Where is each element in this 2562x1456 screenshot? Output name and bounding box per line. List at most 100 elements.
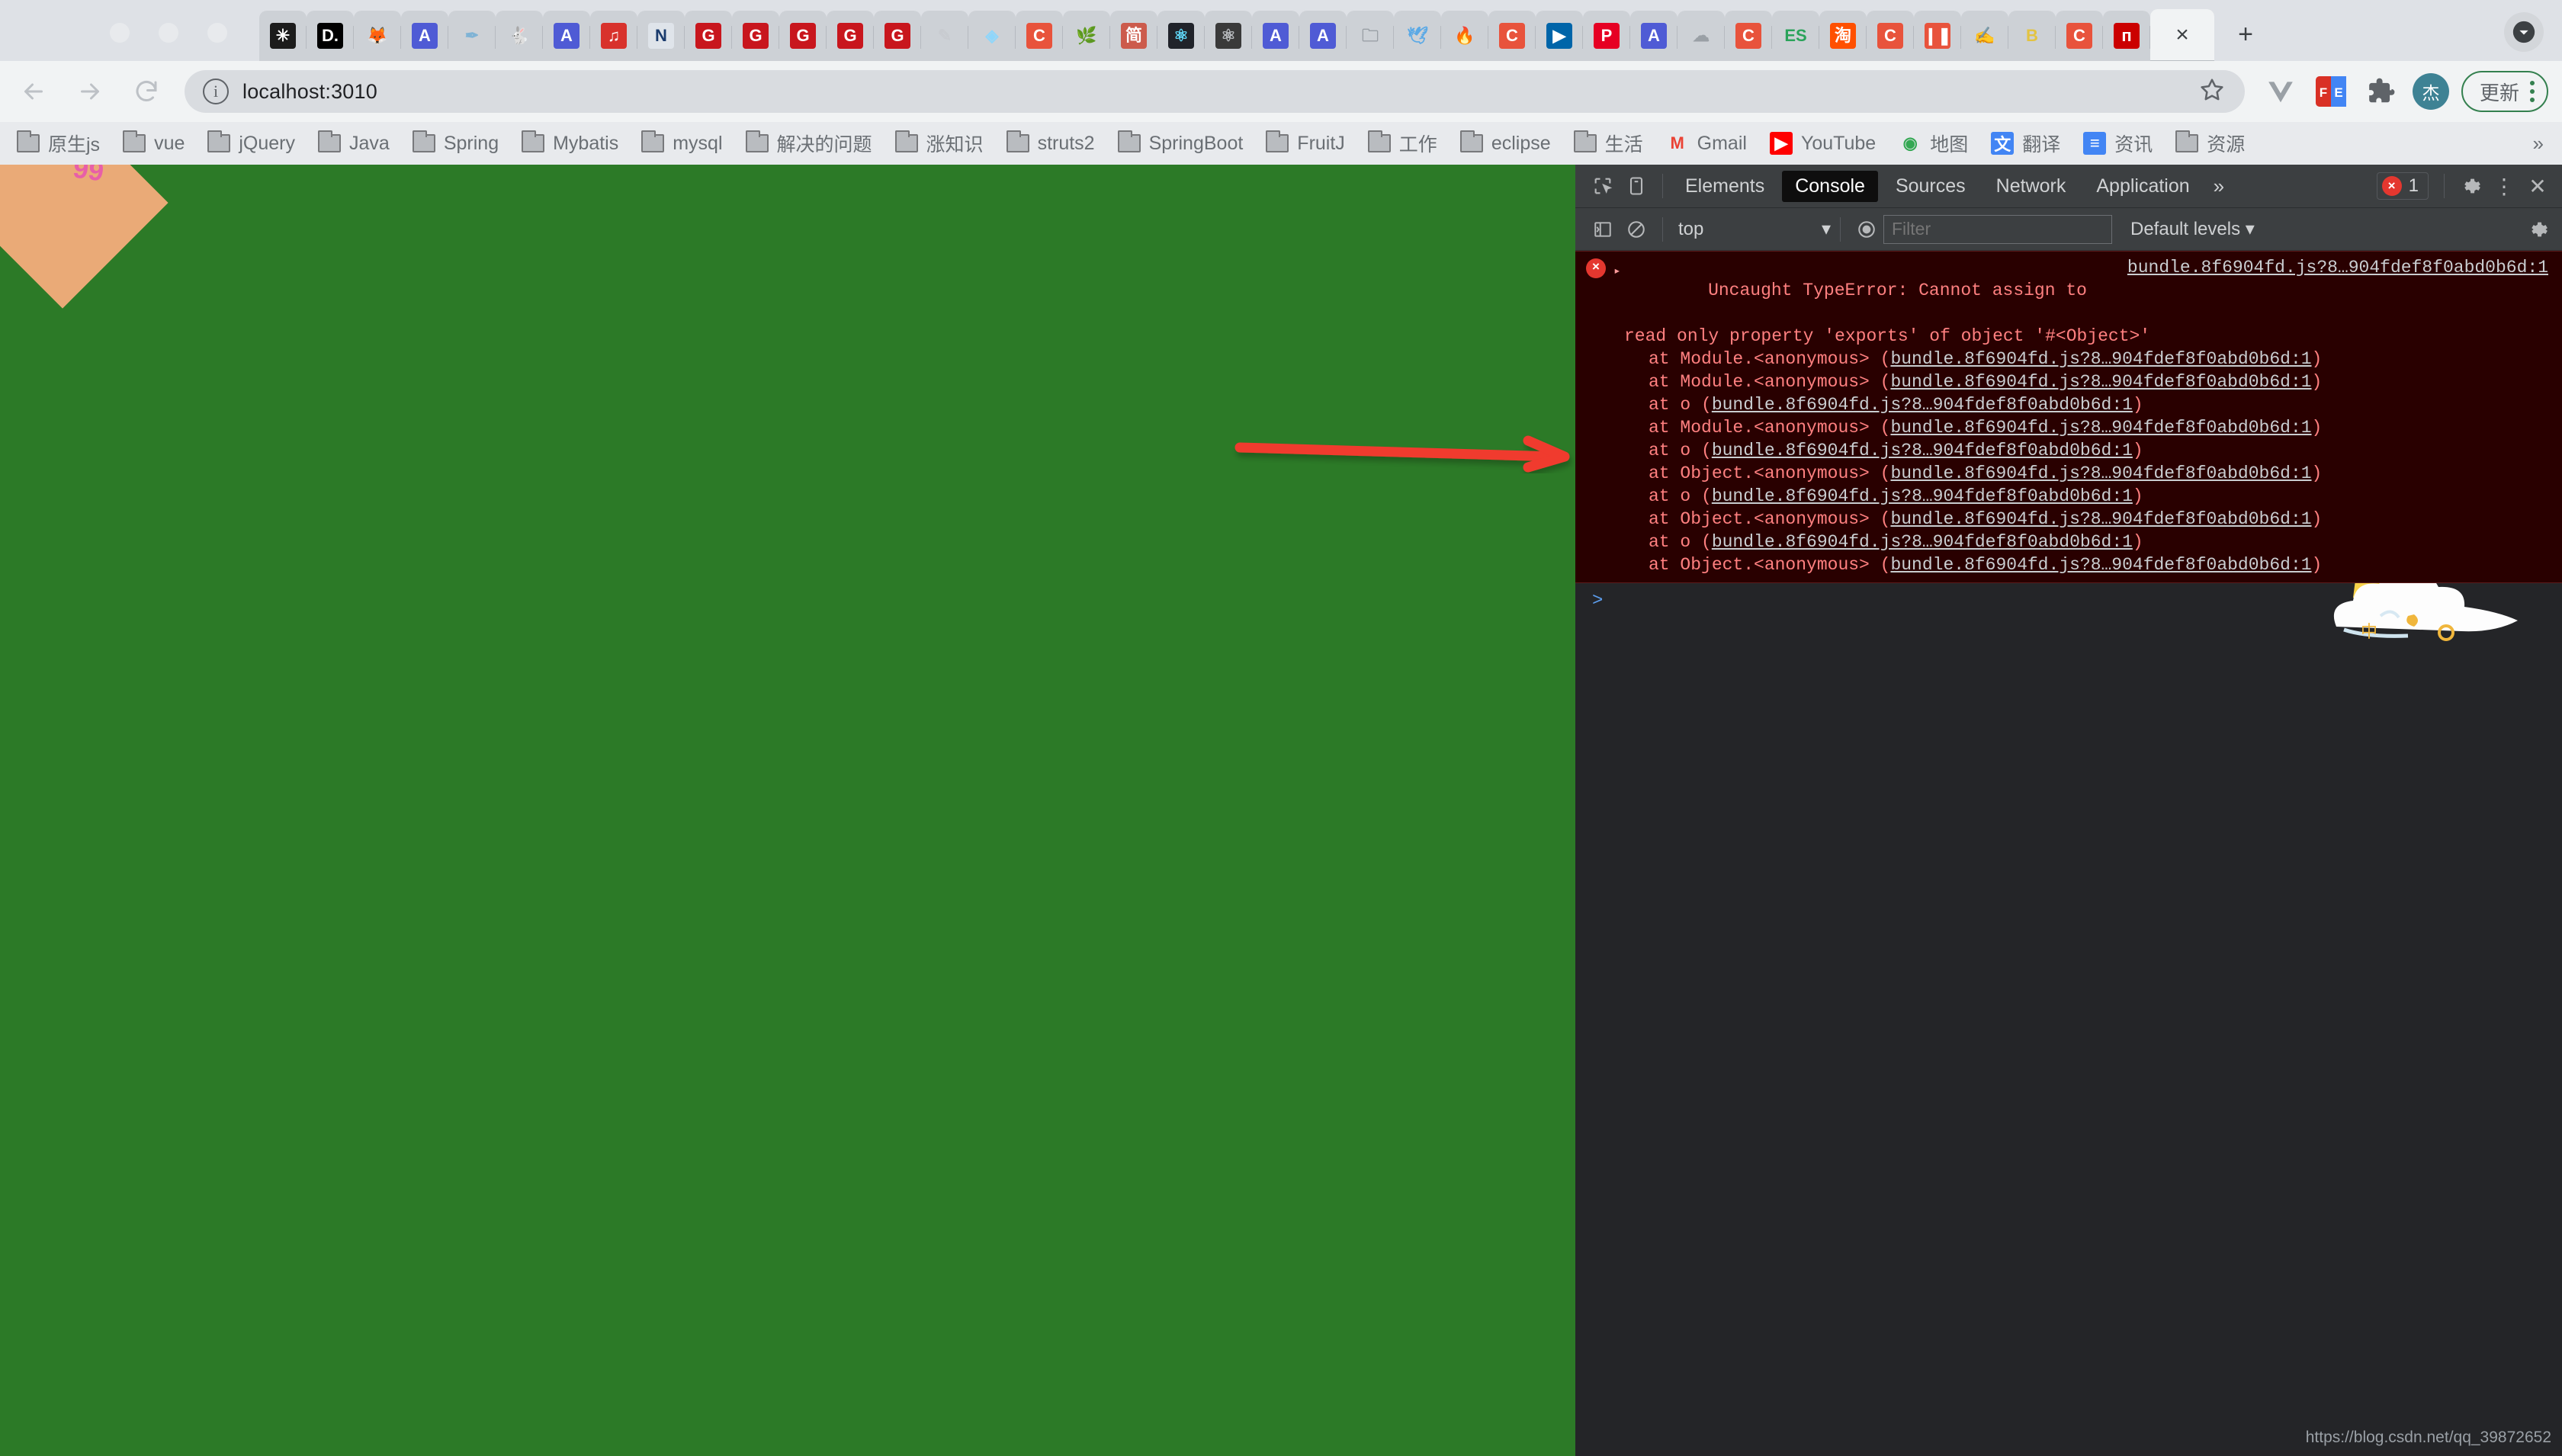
letter-a-tab-3[interactable]: A xyxy=(1630,11,1678,61)
devtools-tab-application[interactable]: Application xyxy=(2083,171,2202,202)
forward-button[interactable] xyxy=(67,69,113,114)
axure-tab[interactable]: A xyxy=(401,11,448,61)
npm-tab[interactable]: п xyxy=(2103,11,2150,61)
taobao-tab[interactable]: 淘 xyxy=(1819,11,1867,61)
site-info-icon[interactable]: i xyxy=(203,79,229,104)
active-tab[interactable]: × xyxy=(2150,9,2214,61)
google-tab-3[interactable]: G xyxy=(779,11,827,61)
console-error-entry[interactable]: × ▸ Uncaught TypeError: Cannot assign to… xyxy=(1575,251,2562,583)
cloud-tab[interactable]: ☁ xyxy=(1678,11,1725,61)
react-tab-1[interactable]: ⚛ xyxy=(1157,11,1205,61)
google-tab-2[interactable]: G xyxy=(732,11,779,61)
gitlab-tab[interactable]: 🦊 xyxy=(354,11,401,61)
react-tab-2[interactable]: ⚛ xyxy=(1205,11,1252,61)
bookmark-item[interactable]: SpringBoot xyxy=(1117,130,1243,155)
bookmark-item[interactable]: ◉ 地图 xyxy=(1899,130,1969,157)
bookmark-item[interactable]: vue xyxy=(123,130,185,155)
csdn-tab[interactable]: C xyxy=(1016,11,1063,61)
letter-a-tab[interactable]: A xyxy=(1252,11,1299,61)
es-tab[interactable]: ES xyxy=(1772,11,1819,61)
google-tab-5[interactable]: G xyxy=(874,11,921,61)
bookmarks-overflow-icon[interactable]: » xyxy=(2533,132,2544,156)
stack-frame-link[interactable]: bundle.8f6904fd.js?8…904fdef8f0abd0b6d:1 xyxy=(1890,555,2311,575)
vscode-tab[interactable]: ▶ xyxy=(1536,11,1583,61)
csdn-tab-2[interactable]: C xyxy=(1488,11,1536,61)
bookmark-item[interactable]: 原生js xyxy=(17,130,100,157)
google-tab-1[interactable]: G xyxy=(685,11,732,61)
close-tab-icon[interactable]: × xyxy=(2175,24,2189,47)
devtools-tab-elements[interactable]: Elements xyxy=(1672,171,1777,202)
axure2-tab[interactable]: A xyxy=(543,11,590,61)
console-settings-gear-icon[interactable] xyxy=(2521,213,2554,246)
bookmark-item[interactable]: eclipse xyxy=(1459,130,1551,155)
csdn-tab-3[interactable]: C xyxy=(1725,11,1772,61)
pinterest-tab[interactable]: P xyxy=(1583,11,1630,61)
folder-tab[interactable]: 🗀 xyxy=(1347,11,1394,61)
medusa-tab[interactable]: ✳ xyxy=(259,11,307,61)
bookmark-item[interactable]: ≡ 资讯 xyxy=(2083,130,2153,157)
devtools-kebab-menu-icon[interactable]: ⋮ xyxy=(2487,169,2521,203)
error-count-badge[interactable]: × 1 xyxy=(2376,172,2429,200)
jianshu-tab[interactable]: 简 xyxy=(1110,11,1157,61)
javascript-context-selector[interactable]: top ▾ xyxy=(1678,218,1831,240)
inspect-element-icon[interactable] xyxy=(1586,169,1620,203)
bookmark-item[interactable]: 解决的问题 xyxy=(745,130,872,157)
fire-tab[interactable]: 🔥 xyxy=(1441,11,1488,61)
stack-frame-link[interactable]: bundle.8f6904fd.js?8…904fdef8f0abd0b6d:1 xyxy=(1890,372,2311,392)
stack-frame-link[interactable]: bundle.8f6904fd.js?8…904fdef8f0abd0b6d:1 xyxy=(1712,486,2133,506)
live-expression-eye-icon[interactable] xyxy=(1850,213,1883,246)
stack-frame-link[interactable]: bundle.8f6904fd.js?8…904fdef8f0abd0b6d:1 xyxy=(1712,441,2133,460)
bookmark-item[interactable]: mysql xyxy=(641,130,723,155)
rabbit-tab[interactable]: 🐇 xyxy=(496,11,543,61)
netease-music-tab[interactable]: ♫ xyxy=(590,11,637,61)
stack-frame-link[interactable]: bundle.8f6904fd.js?8…904fdef8f0abd0b6d:1 xyxy=(1890,463,2311,483)
error-source-link[interactable]: bundle.8f6904fd.js?8…904fdef8f0abd0b6d:1 xyxy=(2127,256,2562,325)
console-filter-input[interactable] xyxy=(1883,214,2112,244)
devtools-tab-sources[interactable]: Sources xyxy=(1883,171,1979,202)
devtools-tab-console[interactable]: Console xyxy=(1782,170,1878,202)
done-tab[interactable]: D. xyxy=(307,11,354,61)
vue-devtools-icon[interactable] xyxy=(2262,72,2300,111)
bookmark-star-icon[interactable] xyxy=(2199,77,2225,107)
bookmark-item[interactable]: struts2 xyxy=(1006,130,1095,155)
letter-a-tab-2[interactable]: A xyxy=(1299,11,1347,61)
console-input-prompt[interactable]: > xyxy=(1575,583,2562,611)
new-tab-button[interactable]: + xyxy=(2222,11,2269,58)
webpack-tab[interactable]: ◈ xyxy=(968,11,1016,61)
device-toolbar-icon[interactable] xyxy=(1620,169,1653,203)
bold-b-tab[interactable]: B xyxy=(2008,11,2056,61)
devtools-close-icon[interactable]: ✕ xyxy=(2521,169,2554,203)
back-button[interactable] xyxy=(11,69,56,114)
bookmark-item[interactable]: M Gmail xyxy=(1666,132,1746,155)
bookmark-item[interactable]: 工作 xyxy=(1367,130,1437,157)
chrome-menu-icon[interactable] xyxy=(2530,81,2535,102)
pen-tab[interactable]: ✍ xyxy=(1961,11,2008,61)
csdn-tab-5[interactable]: C xyxy=(2056,11,2103,61)
bookmark-item[interactable]: 涨知识 xyxy=(894,130,984,157)
bookmark-item[interactable]: jQuery xyxy=(207,130,295,155)
bookmark-item[interactable]: Java xyxy=(318,130,390,155)
fe-helper-icon[interactable]: FE xyxy=(2312,72,2350,111)
devtools-settings-gear-icon[interactable] xyxy=(2454,169,2487,203)
update-button[interactable]: 更新 xyxy=(2461,71,2548,112)
bookmark-item[interactable]: ▶ YouTube xyxy=(1769,132,1876,155)
bookmark-item[interactable]: Mybatis xyxy=(522,130,618,155)
reload-button[interactable] xyxy=(124,69,169,114)
bookmark-item[interactable]: Spring xyxy=(412,130,499,155)
stack-frame-link[interactable]: bundle.8f6904fd.js?8…904fdef8f0abd0b6d:1 xyxy=(1890,509,2311,529)
extensions-puzzle-icon[interactable] xyxy=(2362,72,2400,111)
log-levels-dropdown[interactable]: Default levels ▾ xyxy=(2130,218,2255,240)
expand-arrow-icon[interactable]: ▸ xyxy=(1613,260,1621,325)
stack-frame-link[interactable]: bundle.8f6904fd.js?8…904fdef8f0abd0b6d:1 xyxy=(1890,418,2311,438)
devtools-tab-network[interactable]: Network xyxy=(1983,171,2079,202)
netflix-tab[interactable]: N xyxy=(637,11,685,61)
csdn-tab-4[interactable]: C xyxy=(1867,11,1914,61)
tab-search-button[interactable] xyxy=(2504,12,2544,52)
sketch-tab[interactable]: ✎ xyxy=(921,11,968,61)
clear-console-icon[interactable] xyxy=(1620,213,1653,246)
bookmark-item[interactable]: 生活 xyxy=(1573,130,1643,157)
google-tab-4[interactable]: G xyxy=(827,11,874,61)
stack-frame-link[interactable]: bundle.8f6904fd.js?8…904fdef8f0abd0b6d:1 xyxy=(1712,395,2133,415)
more-tabs-icon[interactable]: » xyxy=(2203,175,2235,198)
bookmark-item[interactable]: FruitJ xyxy=(1266,130,1345,155)
